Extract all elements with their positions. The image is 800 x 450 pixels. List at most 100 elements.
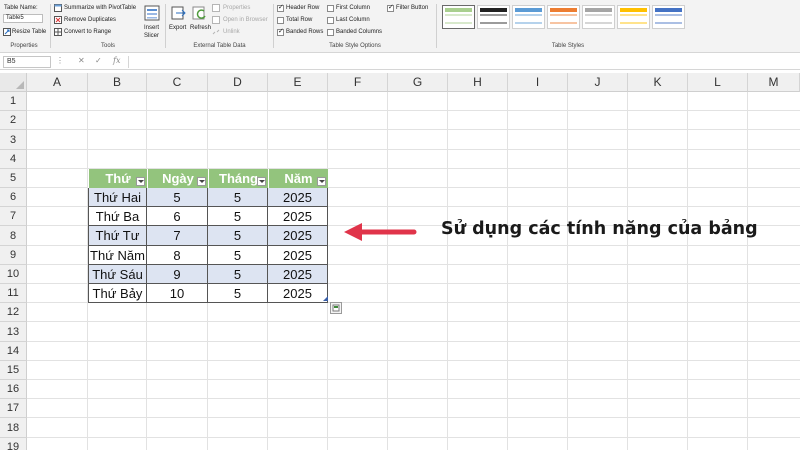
row-header-12[interactable]: 12 xyxy=(0,303,27,322)
header-row-checkbox[interactable] xyxy=(277,3,284,12)
table-cell[interactable]: 5 xyxy=(208,188,268,207)
table-cell[interactable]: 2025 xyxy=(268,226,328,246)
table-style-swatch[interactable] xyxy=(617,5,650,29)
resize-table-button[interactable]: Resize Table xyxy=(12,28,46,36)
table-cell[interactable]: 2025 xyxy=(268,188,328,207)
select-all-corner[interactable] xyxy=(0,73,27,92)
table-cell[interactable]: 2025 xyxy=(268,246,328,265)
column-header-j[interactable]: J xyxy=(568,73,628,92)
table-style-swatch[interactable] xyxy=(442,5,475,29)
table-header-cell[interactable]: Ngày xyxy=(147,169,208,188)
table-style-swatch[interactable] xyxy=(477,5,510,29)
table-header-cell[interactable]: Thứ xyxy=(88,169,147,188)
row-header-18[interactable]: 18 xyxy=(0,418,27,438)
row-header-6[interactable]: 6 xyxy=(0,188,27,207)
filter-dropdown-icon[interactable] xyxy=(257,177,266,186)
table-resize-handle[interactable] xyxy=(323,296,328,301)
table-cell[interactable]: 5 xyxy=(208,246,268,265)
summarize-pivottable-button[interactable]: Summarize with PivotTable xyxy=(64,4,136,12)
column-header-m[interactable]: M xyxy=(748,73,800,92)
column-header-k[interactable]: K xyxy=(628,73,688,92)
name-box[interactable]: B5 xyxy=(3,56,51,68)
table-cell[interactable]: 10 xyxy=(147,284,208,303)
column-header-a[interactable]: A xyxy=(27,73,88,92)
total-row-checkbox[interactable] xyxy=(277,17,284,24)
table-cell[interactable]: 9 xyxy=(147,265,208,284)
table-cell[interactable]: 2025 xyxy=(268,207,328,226)
row-header-14[interactable]: 14 xyxy=(0,342,27,361)
table-name-input[interactable]: Table5 xyxy=(3,14,43,23)
table-cell[interactable]: Thứ Sáu xyxy=(88,265,147,284)
row-header-7[interactable]: 7 xyxy=(0,207,27,226)
row-header-19[interactable]: 19 xyxy=(0,438,27,450)
column-header-h[interactable]: H xyxy=(448,73,508,92)
row-header-9[interactable]: 9 xyxy=(0,246,27,265)
row-header-8[interactable]: 8 xyxy=(0,226,27,246)
table-cell[interactable]: Thứ Tư xyxy=(88,226,147,246)
column-header-b[interactable]: B xyxy=(88,73,147,92)
table-header-cell[interactable]: Năm xyxy=(268,169,328,188)
table-style-swatch[interactable] xyxy=(547,5,580,29)
table-style-swatch[interactable] xyxy=(582,5,615,29)
properties-group-label: Properties xyxy=(10,43,38,49)
filter-dropdown-icon[interactable] xyxy=(197,177,206,186)
insert-slicer-label-1[interactable]: Insert xyxy=(144,24,159,32)
grid-hline xyxy=(27,149,800,150)
filter-dropdown-icon[interactable] xyxy=(136,177,145,186)
column-header-d[interactable]: D xyxy=(208,73,268,92)
table-cell[interactable]: 2025 xyxy=(268,265,328,284)
fx-icon[interactable]: fx xyxy=(113,56,120,65)
table-cell[interactable]: 7 xyxy=(147,226,208,246)
filter-button-checkbox[interactable] xyxy=(387,3,394,12)
table-cell[interactable]: Thứ Ba xyxy=(88,207,147,226)
enter-icon[interactable]: ✓ xyxy=(95,56,102,65)
table-style-swatch[interactable] xyxy=(512,5,545,29)
row-header-1[interactable]: 1 xyxy=(0,92,27,111)
table-cell[interactable]: 2025 xyxy=(268,284,328,303)
formula-input[interactable] xyxy=(128,56,796,68)
row-header-11[interactable]: 11 xyxy=(0,284,27,303)
row-header-2[interactable]: 2 xyxy=(0,111,27,130)
column-header-e[interactable]: E xyxy=(268,73,328,92)
column-header-i[interactable]: I xyxy=(508,73,568,92)
last-column-checkbox[interactable] xyxy=(327,17,334,24)
table-cell[interactable]: 5 xyxy=(208,226,268,246)
row-header-17[interactable]: 17 xyxy=(0,399,27,418)
swatch-band xyxy=(550,14,577,16)
column-header-f[interactable]: F xyxy=(328,73,388,92)
export-button[interactable]: Export xyxy=(169,24,186,32)
table-cell[interactable]: 5 xyxy=(147,188,208,207)
row-header-13[interactable]: 13 xyxy=(0,322,27,342)
column-header-l[interactable]: L xyxy=(688,73,748,92)
table-cell[interactable]: 6 xyxy=(147,207,208,226)
quick-analysis-icon[interactable] xyxy=(330,302,342,314)
remove-duplicates-button[interactable]: Remove Duplicates xyxy=(64,16,116,24)
column-header-g[interactable]: G xyxy=(388,73,448,92)
table-cell[interactable]: 8 xyxy=(147,246,208,265)
table-header-cell[interactable]: Tháng xyxy=(208,169,268,188)
column-header-c[interactable]: C xyxy=(147,73,208,92)
cancel-icon[interactable]: ✕ xyxy=(78,56,85,65)
row-header-16[interactable]: 16 xyxy=(0,380,27,399)
table-cell[interactable]: 5 xyxy=(208,207,268,226)
table-cell[interactable]: Thứ Bảy xyxy=(88,284,147,303)
banded-rows-checkbox[interactable] xyxy=(277,27,284,36)
unlink-button: Unlink xyxy=(223,29,240,35)
filter-dropdown-icon[interactable] xyxy=(317,177,326,186)
table-cell[interactable]: 5 xyxy=(208,284,268,303)
first-column-checkbox[interactable] xyxy=(327,5,334,12)
refresh-button[interactable]: Refresh xyxy=(190,24,211,32)
table-style-swatch[interactable] xyxy=(652,5,685,29)
banded-columns-checkbox[interactable] xyxy=(327,29,334,36)
table-cell[interactable]: 5 xyxy=(208,265,268,284)
row-header-5[interactable]: 5 xyxy=(0,169,27,188)
swatch-band xyxy=(445,26,472,28)
table-cell[interactable]: Thứ Năm xyxy=(88,246,147,265)
row-header-10[interactable]: 10 xyxy=(0,265,27,284)
convert-to-range-button[interactable]: Convert to Range xyxy=(64,28,111,36)
row-header-4[interactable]: 4 xyxy=(0,150,27,169)
table-cell[interactable]: Thứ Hai xyxy=(88,188,147,207)
row-header-3[interactable]: 3 xyxy=(0,130,27,150)
row-header-15[interactable]: 15 xyxy=(0,361,27,380)
insert-slicer-label-2[interactable]: Slicer xyxy=(144,32,159,40)
